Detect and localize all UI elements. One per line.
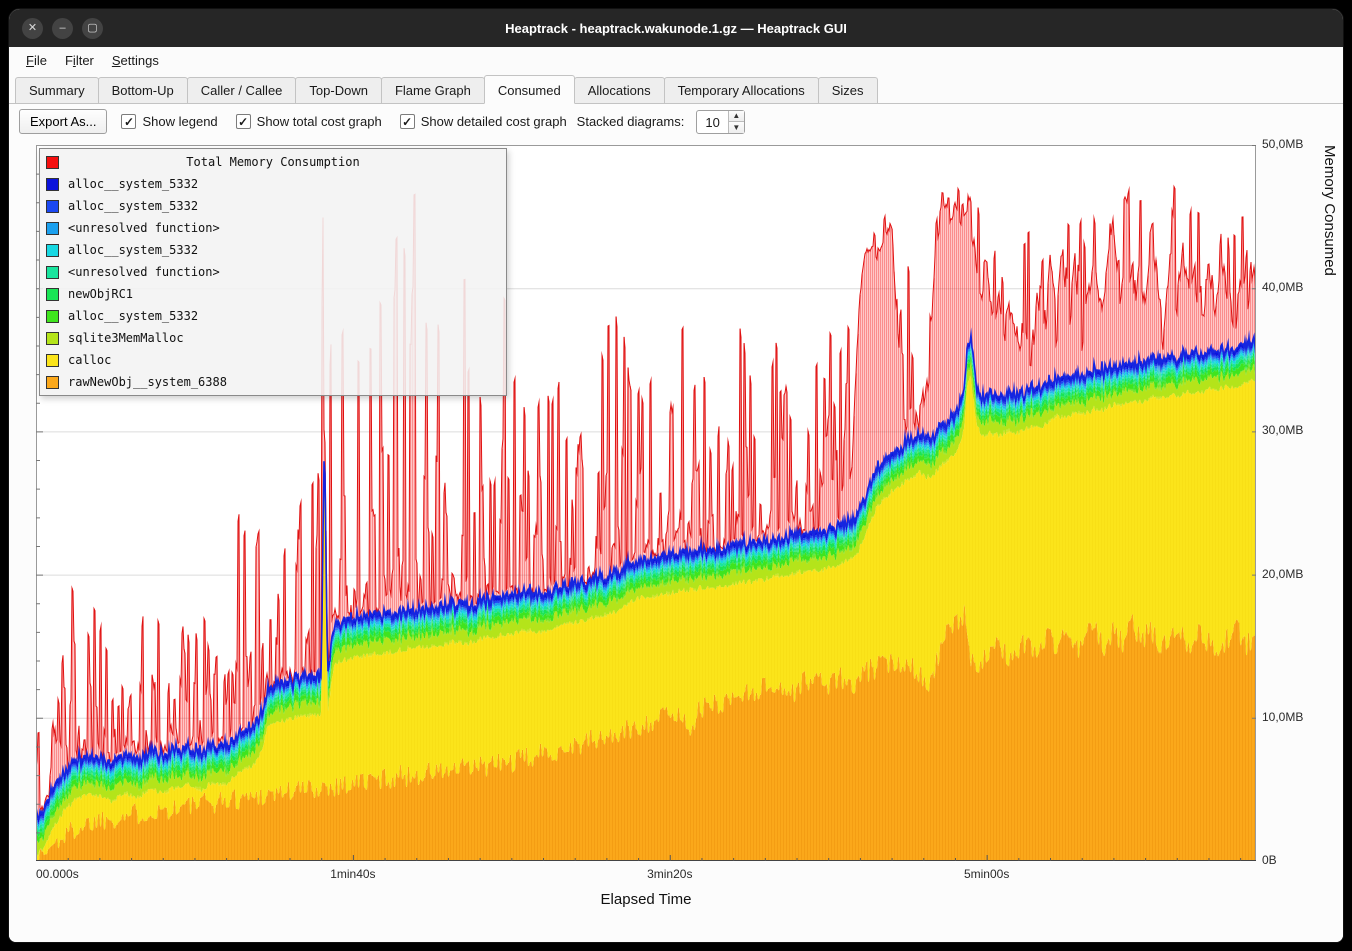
- legend-entry-label: <unresolved function>: [68, 265, 220, 279]
- legend-entry: alloc__system_5332: [40, 195, 506, 217]
- minimize-button[interactable]: –: [52, 18, 73, 39]
- menu-settings[interactable]: Settings: [103, 49, 168, 72]
- legend-swatch-total: [46, 156, 59, 169]
- window-controls: ✕ – ▢: [22, 18, 103, 39]
- tab-bar: SummaryBottom-UpCaller / CalleeTop-DownF…: [9, 74, 1343, 104]
- checkbox-show-total-cost-graph[interactable]: ✓ Show total cost graph: [236, 114, 382, 129]
- checkbox-label: Show legend: [142, 114, 217, 129]
- spin-up-button[interactable]: ▲: [729, 111, 744, 122]
- legend-entry-label: alloc__system_5332: [68, 199, 198, 213]
- checkbox-show-detailed-cost-graph[interactable]: ✓ Show detailed cost graph: [400, 114, 567, 129]
- legend-entry-label: sqlite3MemMalloc: [68, 331, 184, 345]
- y-axis-tick-label: 20,0MB: [1262, 567, 1326, 581]
- check-icon: ✓: [124, 116, 134, 128]
- checkbox-box[interactable]: ✓: [236, 114, 251, 129]
- close-icon: ✕: [28, 23, 37, 34]
- legend-entry: newObjRC1: [40, 283, 506, 305]
- toolbar-checkboxes: ✓ Show legend ✓ Show total cost graph ✓ Show …: [117, 114, 566, 129]
- legend-entry-label: rawNewObj__system_6388: [68, 375, 227, 389]
- legend-swatch: [46, 178, 59, 191]
- toolbar: Export As... ✓ Show legend ✓ Show total cos…: [9, 104, 1343, 139]
- legend-entry-label: alloc__system_5332: [68, 309, 198, 323]
- legend-swatch: [46, 200, 59, 213]
- checkbox-label: Show total cost graph: [257, 114, 382, 129]
- spinbox-buttons: ▲ ▼: [728, 111, 744, 133]
- titlebar: ✕ – ▢ Heaptrack - heaptrack.wakunode.1.g…: [9, 9, 1343, 47]
- menu-file[interactable]: File: [17, 49, 56, 72]
- stacked-diagrams-label: Stacked diagrams:: [577, 114, 685, 129]
- tab-sizes[interactable]: Sizes: [818, 77, 878, 103]
- legend-swatch: [46, 288, 59, 301]
- x-axis-tick-label: 1min40s: [330, 867, 375, 881]
- legend-entry: rawNewObj__system_6388: [40, 371, 506, 393]
- chevron-down-icon: ▼: [732, 123, 740, 132]
- tab-flame-graph[interactable]: Flame Graph: [381, 77, 485, 103]
- legend-entry: <unresolved function>: [40, 217, 506, 239]
- heaptrack-window: ✕ – ▢ Heaptrack - heaptrack.wakunode.1.g…: [8, 8, 1344, 943]
- legend-swatch: [46, 376, 59, 389]
- x-axis-tick-label: 5min00s: [964, 867, 1009, 881]
- spin-down-button[interactable]: ▼: [729, 121, 744, 133]
- checkbox-box[interactable]: ✓: [400, 114, 415, 129]
- menu-filter[interactable]: Filter: [56, 49, 103, 72]
- stacked-diagrams-spinbox[interactable]: 10 ▲ ▼: [696, 110, 744, 134]
- legend-entry: <unresolved function>: [40, 261, 506, 283]
- tab-top-down[interactable]: Top-Down: [295, 77, 382, 103]
- window-title: Heaptrack - heaptrack.wakunode.1.gz — He…: [9, 21, 1343, 36]
- legend-entry-label: alloc__system_5332: [68, 243, 198, 257]
- x-axis-title: Elapsed Time: [36, 891, 1256, 908]
- legend-swatch: [46, 354, 59, 367]
- legend-entry: alloc__system_5332: [40, 305, 506, 327]
- legend-entry: alloc__system_5332: [40, 239, 506, 261]
- y-axis-tick-label: 30,0MB: [1262, 423, 1326, 437]
- close-button[interactable]: ✕: [22, 18, 43, 39]
- legend-title-row: Total Memory Consumption: [40, 151, 506, 173]
- legend-entry: alloc__system_5332: [40, 173, 506, 195]
- y-axis-title: Memory Consumed: [1321, 145, 1338, 861]
- menubar: FileFilterSettings: [9, 47, 1343, 74]
- check-icon: ✓: [238, 116, 248, 128]
- export-as-button[interactable]: Export As...: [19, 109, 107, 134]
- tab-allocations[interactable]: Allocations: [574, 77, 665, 103]
- legend-entry: calloc: [40, 349, 506, 371]
- chart-legend: Total Memory Consumption alloc__system_53…: [39, 148, 507, 396]
- legend-entry-label: <unresolved function>: [68, 221, 220, 235]
- legend-entry-label: calloc: [68, 353, 111, 367]
- maximize-icon: ▢: [87, 23, 97, 34]
- tab-summary[interactable]: Summary: [15, 77, 99, 103]
- legend-swatch: [46, 244, 59, 257]
- legend-entry-label: alloc__system_5332: [68, 177, 198, 191]
- consumed-chart-region: Total Memory Consumption alloc__system_53…: [9, 139, 1343, 943]
- checkbox-show-legend[interactable]: ✓ Show legend: [121, 114, 217, 129]
- tab-bottom-up[interactable]: Bottom-Up: [98, 77, 188, 103]
- minimize-icon: –: [59, 23, 65, 34]
- legend-swatch: [46, 266, 59, 279]
- spinbox-value[interactable]: 10: [697, 111, 727, 133]
- y-axis-tick-label: 10,0MB: [1262, 710, 1326, 724]
- tab-consumed[interactable]: Consumed: [484, 75, 575, 104]
- legend-entry: sqlite3MemMalloc: [40, 327, 506, 349]
- x-axis-tick-label: 3min20s: [647, 867, 692, 881]
- tab-temporary-allocations[interactable]: Temporary Allocations: [664, 77, 819, 103]
- chevron-up-icon: ▲: [732, 111, 740, 120]
- tab-caller-callee[interactable]: Caller / Callee: [187, 77, 297, 103]
- y-axis-tick-label: 0B: [1262, 853, 1326, 867]
- legend-swatch: [46, 332, 59, 345]
- legend-swatch: [46, 310, 59, 323]
- legend-title: Total Memory Consumption: [68, 155, 478, 169]
- checkbox-box[interactable]: ✓: [121, 114, 136, 129]
- maximize-button[interactable]: ▢: [82, 18, 103, 39]
- check-icon: ✓: [402, 116, 412, 128]
- legend-entry-label: newObjRC1: [68, 287, 133, 301]
- x-axis-tick-label: 00.000s: [36, 867, 79, 881]
- y-axis-tick-label: 50,0MB: [1262, 137, 1326, 151]
- y-axis-tick-label: 40,0MB: [1262, 280, 1326, 294]
- legend-swatch: [46, 222, 59, 235]
- checkbox-label: Show detailed cost graph: [421, 114, 567, 129]
